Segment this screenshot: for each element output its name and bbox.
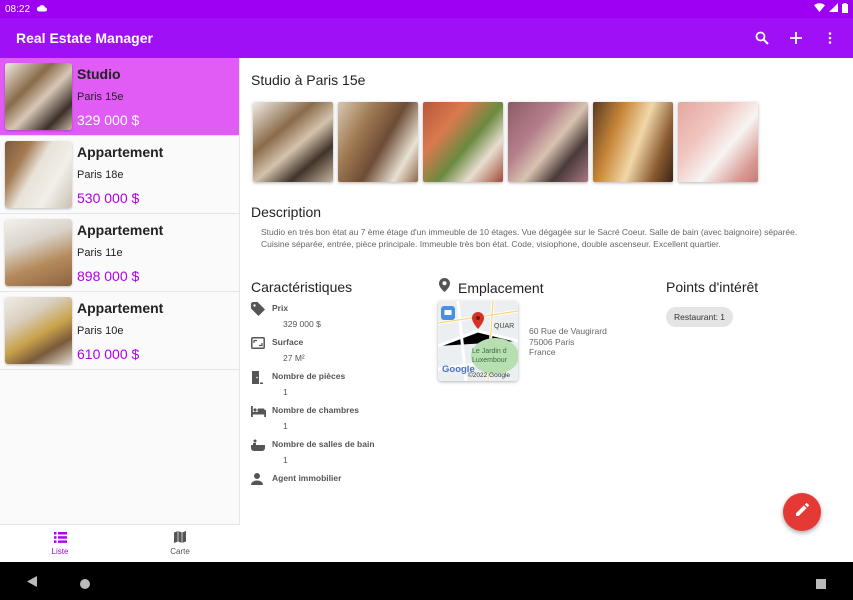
bed-icon: [251, 404, 266, 418]
location-header: Emplacement: [439, 278, 544, 297]
app-title: Real Estate Manager: [16, 30, 153, 46]
list-item[interactable]: Appartement Paris 11e 898 000 $: [0, 214, 239, 292]
map-quarter-label: QUAR: [494, 323, 515, 330]
location-title: Emplacement: [458, 279, 544, 296]
location-map[interactable]: QUAR Le Jardin d Luxembour Google ©2022 …: [438, 301, 518, 381]
status-time: 08:22: [5, 3, 31, 15]
characteristic-value: 27 M²: [283, 353, 305, 363]
property-city: Paris 18e: [77, 169, 124, 181]
property-thumbnail: [5, 141, 72, 208]
map-copyright: ©2022 Google: [468, 372, 511, 379]
property-city: Paris 15e: [77, 91, 124, 103]
property-type: Studio: [77, 66, 121, 82]
characteristic-bathrooms: Nombre de salles de bain 1: [251, 438, 431, 472]
location-pin-icon: [439, 278, 450, 297]
signal-icon: [829, 3, 838, 15]
description-text: Studio en très bon état au 7 ème étage d…: [261, 227, 798, 249]
list-item[interactable]: Appartement Paris 10e 610 000 $: [0, 292, 239, 370]
property-city: Paris 11e: [77, 247, 123, 259]
characteristic-label: Nombre de chambres: [272, 405, 359, 415]
property-price: 530 000 $: [77, 190, 140, 206]
property-type: Appartement: [77, 300, 164, 316]
map-park-label-2: Luxembour: [472, 357, 508, 364]
property-type: Appartement: [77, 144, 164, 160]
property-photo[interactable]: [508, 102, 588, 182]
property-photo[interactable]: [593, 102, 673, 182]
property-price: 898 000 $: [77, 268, 140, 284]
add-icon[interactable]: [787, 29, 805, 47]
edit-button[interactable]: [783, 493, 821, 531]
property-detail: Studio à Paris 15e Description Studio en…: [241, 58, 853, 562]
address: 60 Rue de Vaugirard 75006 Paris France: [529, 326, 607, 358]
person-icon: [251, 472, 265, 486]
property-thumbnail: [5, 297, 72, 364]
battery-icon: [842, 2, 848, 16]
property-photo[interactable]: [253, 102, 333, 182]
list-item[interactable]: Appartement Paris 18e 530 000 $: [0, 136, 239, 214]
home-icon[interactable]: [80, 576, 90, 594]
tab-map[interactable]: Carte: [120, 525, 240, 562]
system-navigation-bar: [0, 562, 853, 600]
property-thumbnail: [5, 219, 72, 286]
list-item[interactable]: Studio Paris 15e 329 000 $: [0, 58, 239, 136]
characteristics-title: Caractéristiques: [251, 279, 353, 295]
property-price: 610 000 $: [77, 346, 140, 362]
search-icon[interactable]: [753, 29, 771, 47]
cloud-icon: [36, 4, 48, 15]
bathtub-icon: [251, 438, 265, 452]
photo-gallery: [253, 102, 758, 182]
characteristics-list: Prix 329 000 $ Surface 27 M² Nombre de p…: [251, 302, 431, 506]
characteristic-surface: Surface 27 M²: [251, 336, 431, 370]
poi-chip[interactable]: Restaurant: 1: [666, 307, 734, 327]
address-country: France: [529, 347, 556, 357]
more-vert-icon[interactable]: [821, 29, 839, 47]
characteristic-label: Nombre de pièces: [272, 371, 346, 381]
detail-title: Studio à Paris 15e: [251, 72, 366, 88]
address-city: 75006 Paris: [529, 336, 575, 347]
address-street: 60 Rue de Vaugirard: [529, 326, 607, 336]
recents-icon[interactable]: [816, 576, 826, 594]
door-icon: [251, 370, 265, 384]
characteristic-bedrooms: Nombre de chambres 1: [251, 404, 431, 438]
property-photo[interactable]: [678, 102, 758, 182]
characteristic-agent: Agent immobilier: [251, 472, 431, 506]
tab-list-label: Liste: [51, 546, 69, 556]
characteristic-value: 329 000 $: [283, 319, 321, 329]
bottom-navigation: Liste Carte: [0, 524, 240, 562]
back-icon[interactable]: [27, 574, 37, 592]
property-photo[interactable]: [338, 102, 418, 182]
property-list: Studio Paris 15e 329 000 $ Appartement P…: [0, 58, 240, 562]
edit-pencil-icon: [795, 502, 809, 521]
characteristic-label: Nombre de salles de bain: [272, 439, 375, 449]
surface-icon: [251, 336, 265, 350]
characteristic-price: Prix 329 000 $: [251, 302, 431, 336]
map-icon: [174, 531, 186, 547]
characteristic-value: 1: [283, 387, 288, 397]
wifi-icon: [814, 3, 825, 15]
app-root: 08:22 Real Estate Manager Studio Paris 1…: [0, 0, 853, 600]
app-bar: Real Estate Manager: [0, 18, 853, 58]
characteristic-label: Surface: [272, 337, 304, 347]
list-icon: [53, 531, 67, 547]
property-photo[interactable]: [423, 102, 503, 182]
characteristic-value: 1: [283, 421, 288, 431]
tab-list[interactable]: Liste: [0, 525, 120, 562]
map-park-label: Le Jardin d: [472, 348, 507, 355]
poi-title: Points d'intérêt: [666, 279, 759, 295]
property-thumbnail: [5, 63, 72, 130]
status-bar: 08:22: [0, 0, 853, 18]
tab-map-label: Carte: [170, 547, 190, 556]
description-title: Description: [251, 204, 322, 220]
property-type: Appartement: [77, 222, 164, 238]
property-city: Paris 10e: [77, 325, 124, 337]
characteristic-value: 1: [283, 455, 288, 465]
property-price: 329 000 $: [77, 112, 140, 128]
characteristic-label: Agent immobilier: [272, 473, 342, 483]
tag-icon: [251, 302, 265, 316]
characteristic-rooms: Nombre de pièces 1: [251, 370, 431, 404]
characteristic-label: Prix: [272, 303, 289, 313]
